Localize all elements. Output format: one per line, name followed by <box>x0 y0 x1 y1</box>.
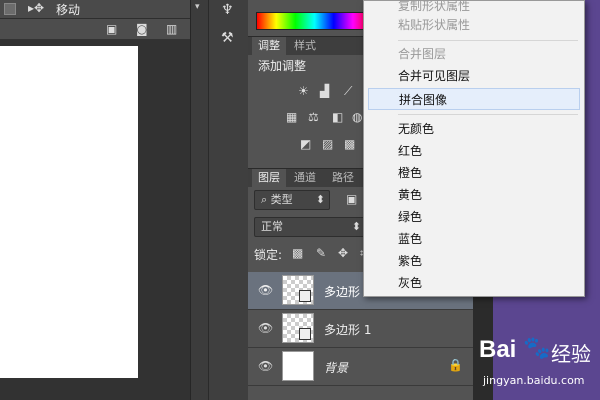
history-row[interactable]: ▸✥ 移动 <box>0 0 190 19</box>
blend-mode-value: 正常 <box>261 220 283 233</box>
eye-icon[interactable]: 👁 <box>258 359 273 373</box>
tool-preset-icon[interactable]: ⚒ <box>221 30 234 46</box>
balance-icon[interactable]: ⚖ <box>308 110 319 124</box>
history-move-label: 移动 <box>56 3 81 17</box>
watermark-brand-cn: 经验 <box>551 342 591 366</box>
history-state-checkbox[interactable] <box>4 3 16 15</box>
posterize-icon[interactable]: ▨ <box>322 137 333 151</box>
document-canvas[interactable] <box>0 46 138 378</box>
menu-item-gray[interactable]: 灰色 <box>364 272 584 294</box>
black-white-icon[interactable]: ◧ <box>332 110 343 124</box>
layer-row-background[interactable]: 👁 背景 🔒 <box>248 348 473 386</box>
menu-item-yellow[interactable]: 黄色 <box>364 184 584 206</box>
trash-icon[interactable]: ▥ <box>166 22 177 36</box>
baidu-watermark: Bai 🐾 经验 jingyan.baidu.com <box>475 330 600 400</box>
add-adjustment-label: 添加调整 <box>258 59 307 73</box>
camera-icon[interactable]: ◙ <box>136 22 148 36</box>
lock-pixels-icon[interactable]: ✎ <box>316 246 326 260</box>
menu-separator <box>398 114 578 115</box>
menu-item-merge-layers[interactable]: 合并图层 <box>364 43 584 65</box>
tab-adjustments[interactable]: 调整 <box>252 37 286 55</box>
menu-item-paste-shape-attrs[interactable]: 粘贴形状属性 <box>364 14 584 36</box>
menu-item-purple[interactable]: 紫色 <box>364 250 584 272</box>
layer-thumbnail <box>282 351 314 381</box>
layer-row-polygon-1[interactable]: 👁 多边形 1 <box>248 310 473 348</box>
tool-strip: ♆ ⚒ <box>208 0 250 400</box>
tab-channels[interactable]: 通道 <box>288 169 322 187</box>
brightness-icon[interactable]: ☀ <box>298 84 309 98</box>
eye-icon[interactable]: 👁 <box>258 321 273 335</box>
watermark-brand: Bai <box>479 336 517 363</box>
vibrance-icon[interactable]: ▦ <box>286 110 297 124</box>
blend-mode-select[interactable]: 正常 ⬍ <box>254 217 366 237</box>
layer-name: 背景 <box>324 361 349 375</box>
menu-item-merge-visible[interactable]: 合并可见图层 <box>364 65 584 87</box>
vector-mask-icon <box>299 290 311 302</box>
menu-item-orange[interactable]: 橙色 <box>364 162 584 184</box>
new-snapshot-icon[interactable]: ▣ <box>106 22 117 36</box>
tab-paths[interactable]: 路径 <box>326 169 360 187</box>
photo-filter-icon[interactable]: ◍ <box>352 110 362 124</box>
menu-item-red[interactable]: 红色 <box>364 140 584 162</box>
lock-label: 锁定: <box>254 248 283 262</box>
image-filter-icon[interactable]: ▣ <box>346 192 357 206</box>
panel-collapse-strip: ▾ <box>190 0 209 400</box>
chevron-down-icon[interactable]: ▾ <box>195 2 200 12</box>
layer-name: 多边形 1 <box>324 323 372 337</box>
lock-icon: 🔒 <box>448 358 463 372</box>
lock-transparent-icon[interactable]: ▩ <box>292 246 303 260</box>
menu-item-green[interactable]: 绿色 <box>364 206 584 228</box>
layer-filter-value: 类型 <box>270 193 293 206</box>
curves-icon[interactable]: ⟋ <box>344 84 352 99</box>
paw-icon: 🐾 <box>523 336 551 361</box>
menu-item-blue[interactable]: 蓝色 <box>364 228 584 250</box>
layer-thumbnail <box>282 275 314 305</box>
layer-name: 多边形 <box>324 285 361 299</box>
menu-item-no-color[interactable]: 无颜色 <box>364 118 584 140</box>
history-toolbar: ▣ ◙ ▥ <box>0 19 190 40</box>
brush-preset-icon[interactable]: ♆ <box>221 2 234 18</box>
tab-layers[interactable]: 图层 <box>252 169 286 187</box>
layer-filter-select[interactable]: ⌕ 类型 ⬍ <box>254 190 330 210</box>
vector-mask-icon <box>299 328 311 340</box>
gradient-map-icon[interactable]: ▩ <box>344 137 355 151</box>
menu-separator <box>398 40 578 41</box>
lock-position-icon[interactable]: ✥ <box>338 246 348 260</box>
search-icon: ⌕ <box>261 193 271 206</box>
move-tool-icon: ▸✥ <box>28 1 45 15</box>
color-ramp[interactable] <box>256 12 373 30</box>
layer-context-menu: 复制形状属性 粘贴形状属性 合并图层 合并可见图层 拼合图像 无颜色 红色 橙色… <box>363 0 585 297</box>
updown-icon: ⬍ <box>351 220 361 233</box>
tab-styles[interactable]: 样式 <box>288 37 322 55</box>
invert-icon[interactable]: ◩ <box>300 137 311 151</box>
updown-icon: ⬍ <box>315 193 325 206</box>
layer-thumbnail <box>282 313 314 343</box>
menu-item-flatten-image[interactable]: 拼合图像 <box>368 88 580 110</box>
levels-icon[interactable]: ▟ <box>320 84 329 98</box>
eye-icon[interactable]: 👁 <box>258 283 273 297</box>
watermark-url: jingyan.baidu.com <box>483 374 585 387</box>
